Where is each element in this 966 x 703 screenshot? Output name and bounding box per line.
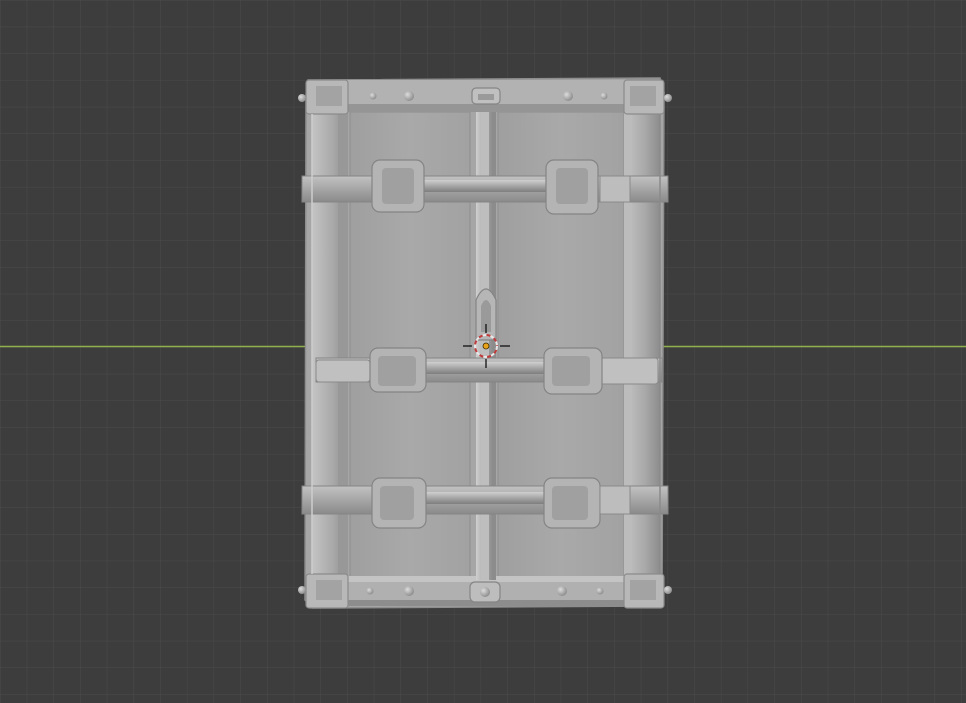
object-origin-icon [482,342,490,350]
viewport-canvas[interactable] [0,0,966,703]
3d-viewport[interactable] [0,0,966,703]
